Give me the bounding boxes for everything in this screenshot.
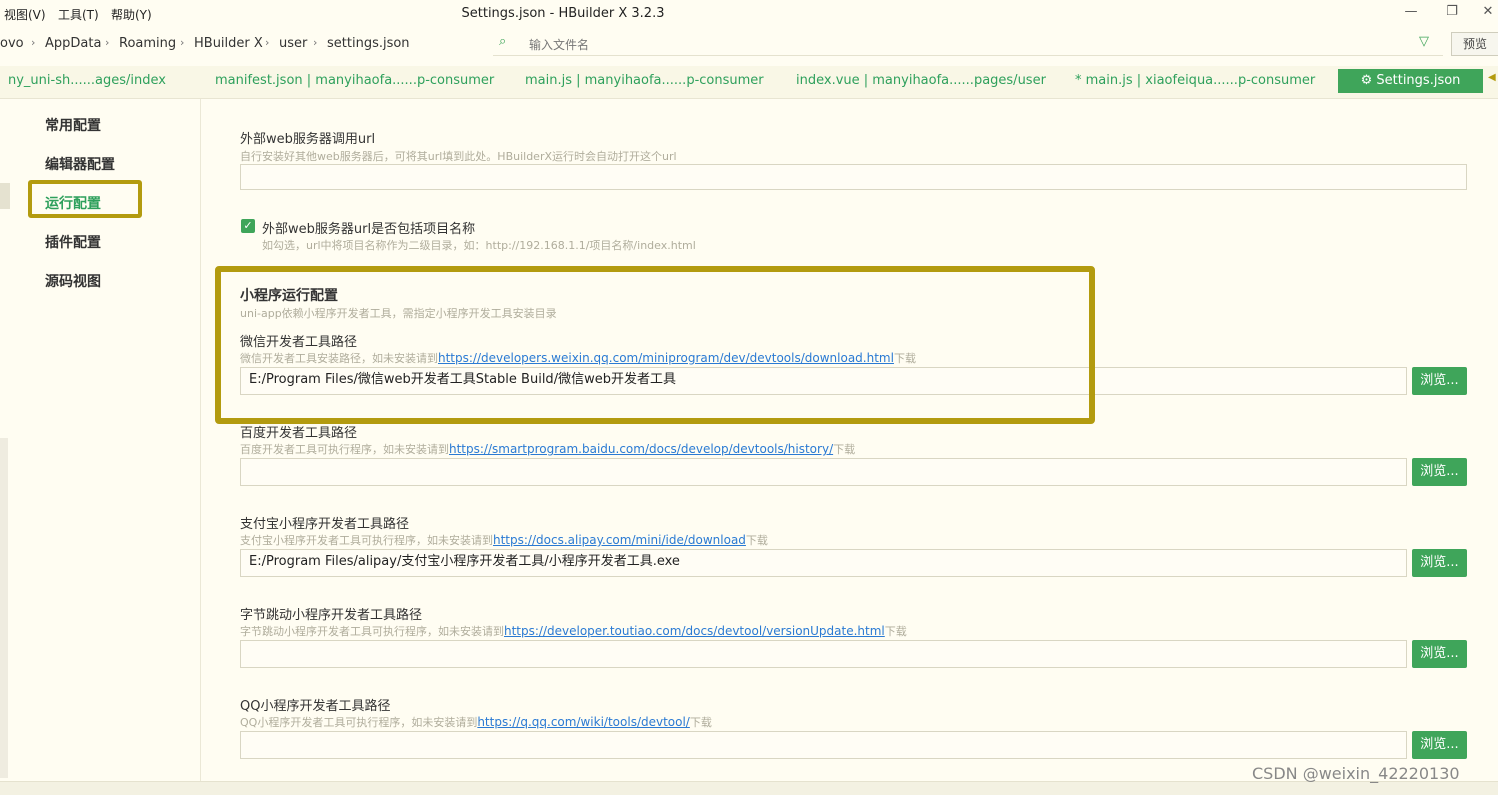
tab-editor[interactable]: ny_uni-sh......ages/index [8,73,166,88]
status-bar [0,781,1498,795]
chevron-right-icon: › [180,36,185,49]
breadcrumb-item[interactable]: ovo [0,36,24,51]
alipay-browse-button[interactable]: 浏览... [1412,549,1467,577]
qq-label: QQ小程序开发者工具路径 [240,699,391,714]
tab-editor[interactable]: manifest.json | manyihaofa......p-consum… [215,73,494,88]
toutiao-label: 字节跳动小程序开发者工具路径 [240,608,423,623]
maximize-icon[interactable]: ❐ [1442,4,1462,19]
tab-editor[interactable]: * main.js | xiaofeiqua......p-consumer [1075,73,1315,88]
alipay-label: 支付宝小程序开发者工具路径 [240,517,410,532]
sidebar-item-plugins[interactable]: 插件配置 [45,232,101,252]
breadcrumb-item[interactable]: AppData [45,36,101,51]
window-title: Settings.json - HBuilder X 3.2.3 [461,6,665,21]
baidu-label: 百度开发者工具路径 [240,426,358,441]
tab-bar: ny_uni-sh......ages/index manifest.json … [0,66,1498,99]
minimize-icon[interactable]: — [1401,4,1421,19]
search-placeholder: 输入文件名 [529,38,590,52]
search-file-icon: ⌕ [499,34,507,49]
web-url-label: 外部web服务器调用url [240,132,376,147]
breadcrumb-item[interactable]: user [279,36,307,51]
chevron-right-icon: › [265,36,270,49]
watermark: CSDN @weixin_42220130 [1252,764,1460,783]
gear-icon: ⚙ [1360,73,1373,88]
toutiao-browse-button[interactable]: 浏览... [1412,640,1467,668]
scrollbar[interactable] [0,438,8,778]
preview-button[interactable]: 预览 [1451,32,1498,56]
chevron-right-icon: › [31,36,36,49]
baidu-path-input[interactable] [240,458,1407,486]
sidebar-edge-marker [0,183,10,209]
chevron-right-icon: › [105,36,110,49]
include-project-checkbox[interactable]: ✓ [241,219,255,233]
qq-download-link[interactable]: https://q.qq.com/wiki/tools/devtool/ [477,715,690,729]
sidebar-item-common[interactable]: 常用配置 [45,115,101,135]
sidebar-item-source[interactable]: 源码视图 [45,271,101,291]
alipay-path-input[interactable]: E:/Program Files/alipay/支付宝小程序开发者工具/小程序开… [240,549,1407,577]
baidu-hint: 百度开发者工具可执行程序，如未安装请到https://smartprogram.… [240,442,856,456]
tab-settings[interactable]: ⚙ Settings.json [1338,69,1483,93]
web-url-hint: 自行安装好其他web服务器后，可将其url填到此处。HBuilderX运行时会自… [240,150,677,163]
baidu-download-link[interactable]: https://smartprogram.baidu.com/docs/deve… [449,442,833,456]
qq-hint: QQ小程序开发者工具可执行程序，如未安装请到https://q.qq.com/w… [240,715,712,729]
breadcrumb-item[interactable]: settings.json [327,36,410,51]
tab-settings-label: Settings.json [1376,73,1461,88]
include-project-label: 外部web服务器url是否包括项目名称 [262,222,476,237]
breadcrumb-item[interactable]: HBuilder X [194,36,263,51]
qq-path-input[interactable] [240,731,1407,759]
wechat-browse-button[interactable]: 浏览... [1412,367,1467,395]
tab-editor[interactable]: main.js | manyihaofa......p-consumer [525,73,764,88]
breadcrumb-item[interactable]: Roaming [119,36,176,51]
alipay-download-link[interactable]: https://docs.alipay.com/mini/ide/downloa… [493,533,746,547]
toutiao-path-input[interactable] [240,640,1407,668]
tab-scroll-icon[interactable]: ◀ [1488,72,1496,83]
chevron-right-icon: › [313,36,318,49]
toutiao-download-link[interactable]: https://developer.toutiao.com/docs/devto… [504,624,885,638]
title-bar: 视图(V) 工具(T) 帮助(Y) Settings.json - HBuild… [0,0,1498,29]
filter-icon[interactable]: ▽ [1419,34,1429,49]
sidebar-item-editor[interactable]: 编辑器配置 [45,154,115,174]
toutiao-hint: 字节跳动小程序开发者工具可执行程序，如未安装请到https://develope… [240,624,907,638]
close-icon[interactable]: ✕ [1478,4,1498,19]
alipay-hint: 支付宝小程序开发者工具可执行程序，如未安装请到https://docs.alip… [240,533,768,547]
tab-editor[interactable]: index.vue | manyihaofa......pages/user [796,73,1046,88]
web-url-input[interactable] [240,164,1467,190]
include-project-hint: 如勾选，url中将项目名称作为二级目录，如：http://192.168.1.1… [262,239,696,252]
search-input[interactable]: ⌕ 输入文件名 ▽ [493,31,1443,56]
annotation-highlight-box [28,180,142,218]
qq-browse-button[interactable]: 浏览... [1412,731,1467,759]
annotation-highlight-box [215,266,1095,424]
baidu-browse-button[interactable]: 浏览... [1412,458,1467,486]
